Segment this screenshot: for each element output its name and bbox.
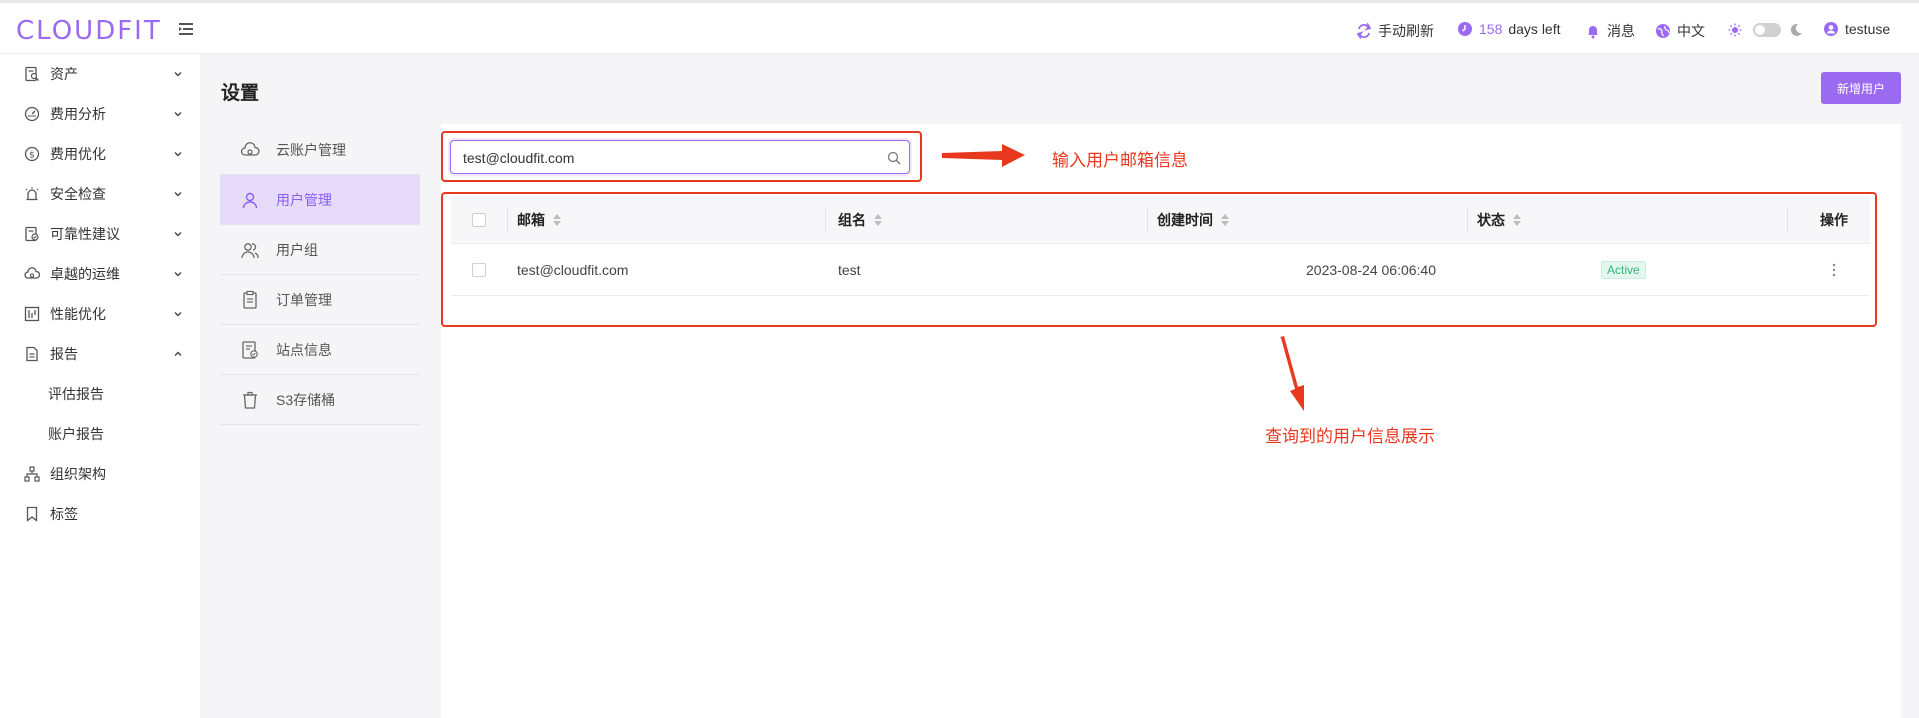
menu-toggle-icon[interactable] [177, 20, 195, 38]
dollar-icon: $ [24, 146, 40, 162]
chevron-down-icon [174, 312, 182, 317]
org-icon [24, 466, 40, 482]
manual-refresh-button[interactable]: 手动刷新 [1356, 21, 1434, 41]
language-label: 中文 [1677, 23, 1705, 39]
chevron-down-icon [174, 192, 182, 197]
days-count: 158 [1479, 21, 1503, 37]
add-user-button[interactable]: 新增用户 [1821, 72, 1901, 104]
sidebar-item-label: 标签 [50, 506, 78, 522]
sidebar: 资产 费用分析 $ 费用优化 安全检查 可靠性建议 卓越的运维 性能优化 报告 … [0, 54, 200, 718]
sidebar-item-organization[interactable]: 组织架构 [0, 454, 200, 494]
user-icon [242, 192, 258, 208]
arrow-down-icon [1280, 336, 1304, 411]
report-icon [26, 346, 38, 362]
sidebar-item-label: 费用分析 [50, 106, 106, 122]
sidebar-item-label: 可靠性建议 [50, 226, 120, 242]
sidebar-item-account-report[interactable]: 账户报告 [0, 414, 200, 454]
sidebar-item-label: 安全检查 [50, 186, 106, 202]
chevron-down-icon [174, 112, 182, 117]
search-highlight-box [441, 131, 922, 182]
settings-item-label: 订单管理 [276, 291, 332, 308]
svg-text:$: $ [29, 151, 35, 161]
sidebar-item-label: 组织架构 [50, 466, 106, 482]
site-info-icon [242, 340, 258, 359]
sidebar-item-tags[interactable]: 标签 [0, 494, 200, 534]
asset-icon [25, 66, 39, 82]
settings-item-s3-buckets[interactable]: S3存储桶 [220, 375, 420, 425]
chevron-up-icon [174, 351, 182, 356]
doc-check-icon [25, 226, 39, 242]
sidebar-item-operations[interactable]: 卓越的运维 [0, 254, 200, 294]
refresh-icon [1356, 23, 1372, 39]
sidebar-item-assessment-report[interactable]: 评估报告 [0, 374, 200, 414]
settings-item-label: 云账户管理 [276, 141, 346, 158]
sidebar-item-label: 卓越的运维 [50, 266, 120, 282]
sidebar-item-performance[interactable]: 性能优化 [0, 294, 200, 334]
cloud-account-icon [240, 141, 260, 156]
chevron-down-icon [174, 232, 182, 237]
settings-item-user-groups[interactable]: 用户组 [220, 225, 420, 275]
sidebar-item-label: 评估报告 [48, 386, 104, 402]
chart-icon [24, 306, 40, 322]
logo[interactable]: CLOUDFIT [16, 16, 162, 46]
user-menu[interactable]: testuser [1823, 21, 1891, 37]
page-title: 设置 [221, 83, 260, 104]
settings-item-user-management[interactable]: 用户管理 [220, 175, 420, 225]
sidebar-item-security-check[interactable]: 安全检查 [0, 174, 200, 214]
sidebar-item-cost-optimization[interactable]: $ 费用优化 [0, 134, 200, 174]
days-suffix: days left [1508, 21, 1561, 37]
bucket-icon [243, 391, 257, 409]
chevron-down-icon [174, 72, 182, 77]
messages-label: 消息 [1607, 23, 1635, 39]
settings-item-label: 用户组 [276, 241, 318, 258]
bell-icon [1588, 26, 1598, 39]
sidebar-item-label: 资产 [50, 66, 78, 82]
days-left-indicator: 158 days left [1457, 21, 1561, 37]
sidebar-item-label: 账户报告 [48, 426, 104, 442]
moon-icon [1790, 23, 1802, 36]
sidebar-item-reports[interactable]: 报告 [0, 334, 200, 374]
top-header: CLOUDFIT 手动刷新 158 days left 消息 中文 testus… [0, 0, 1919, 54]
result-annotation: 查询到的用户信息展示 [1265, 427, 1435, 446]
sidebar-item-label: 性能优化 [50, 306, 106, 322]
settings-item-label: 站点信息 [276, 341, 332, 358]
settings-item-cloud-accounts[interactable]: 云账户管理 [220, 125, 420, 175]
chevron-down-icon [174, 272, 182, 277]
bookmark-icon [26, 506, 38, 522]
sidebar-item-label: 报告 [50, 346, 78, 362]
result-highlight-box [441, 192, 1877, 327]
settings-item-site-info[interactable]: 站点信息 [220, 325, 420, 375]
refresh-label: 手动刷新 [1378, 23, 1434, 39]
order-icon [243, 290, 257, 309]
gauge-icon [24, 106, 40, 122]
settings-item-label: 用户管理 [276, 191, 332, 208]
cloud-gear-icon [24, 267, 40, 279]
sidebar-item-label: 费用优化 [50, 146, 106, 162]
theme-toggle[interactable] [1753, 23, 1781, 37]
settings-item-label: S3存储桶 [276, 391, 336, 408]
sidebar-item-assets[interactable]: 资产 [0, 54, 200, 94]
clock-icon [1458, 22, 1472, 36]
arrow-right-icon [942, 144, 1025, 167]
alarm-icon [25, 187, 39, 201]
user-name: testuser [1845, 21, 1891, 37]
avatar-icon [1824, 22, 1838, 36]
sun-icon [1728, 23, 1742, 37]
sidebar-item-reliability[interactable]: 可靠性建议 [0, 214, 200, 254]
chevron-down-icon [174, 152, 182, 157]
messages-button[interactable]: 消息 [1585, 21, 1635, 41]
language-switch[interactable]: 中文 [1655, 21, 1705, 41]
sidebar-item-cost-analysis[interactable]: 费用分析 [0, 94, 200, 134]
globe-icon [1656, 24, 1670, 38]
settings-item-orders[interactable]: 订单管理 [220, 275, 420, 325]
search-annotation: 输入用户邮箱信息 [1052, 151, 1188, 170]
user-group-icon [241, 242, 259, 258]
